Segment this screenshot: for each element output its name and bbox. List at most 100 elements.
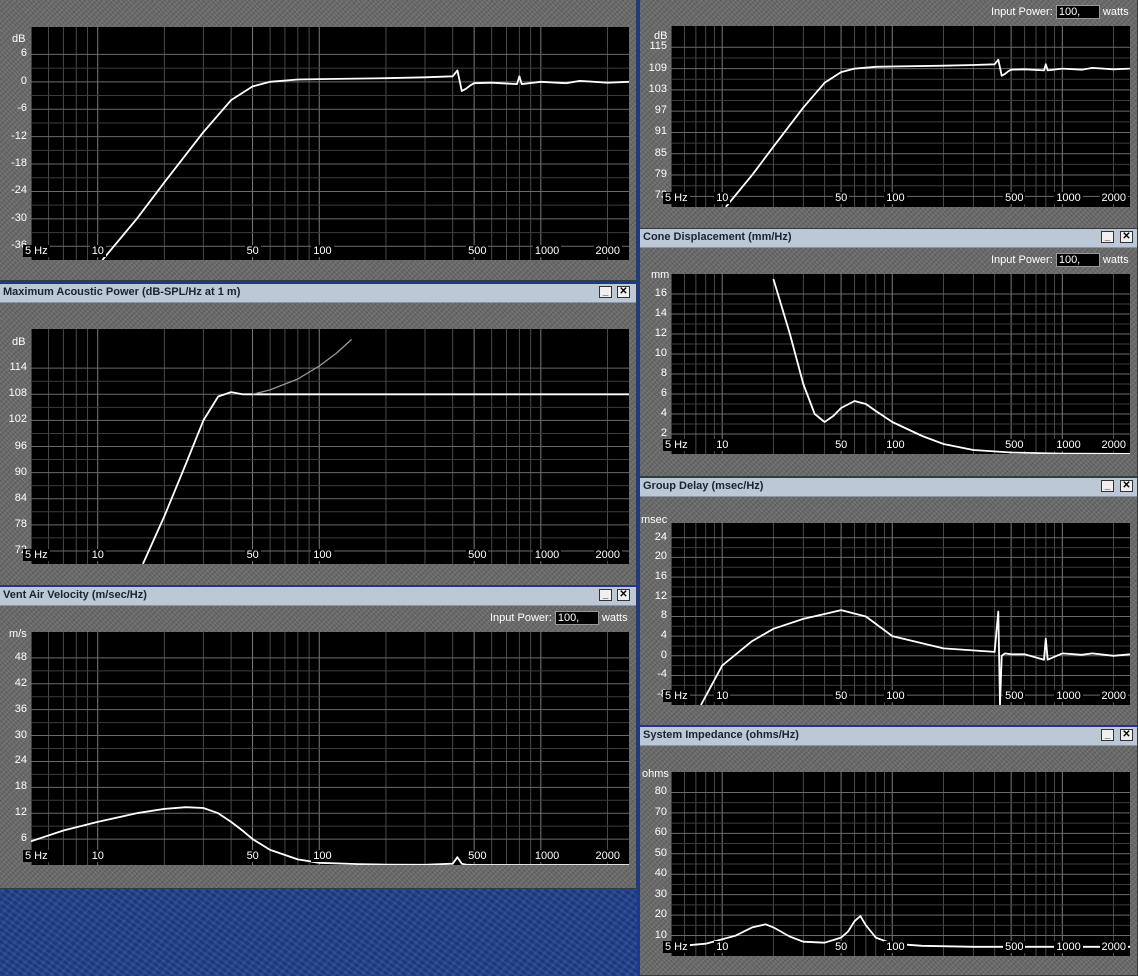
minimize-button[interactable]: _ xyxy=(1101,729,1114,741)
minimize-button[interactable]: _ xyxy=(1101,231,1114,243)
y-tick-label: 103 xyxy=(648,82,667,95)
y-tick-label: 60 xyxy=(654,826,667,839)
plot-area xyxy=(671,26,1130,207)
x-tick-label: 10 xyxy=(714,192,731,204)
y-unit-label: mm xyxy=(651,269,670,281)
window-system-impedance: System Impedance (ohms/Hz) _ ✕ ohms 80 70… xyxy=(640,727,1138,976)
y-tick-label: 20 xyxy=(654,908,667,921)
x-tick-label: 1000 xyxy=(1054,941,1083,953)
x-tick-label: 500 xyxy=(1003,439,1026,451)
y-tick-label: 14 xyxy=(654,307,667,319)
title-bar[interactable]: Cone Displacement (mm/Hz) _ ✕ xyxy=(640,229,1137,248)
close-button[interactable]: ✕ xyxy=(617,589,630,601)
input-power-field[interactable]: 100, xyxy=(1055,5,1100,19)
x-tick-label: 100 xyxy=(884,192,907,204)
input-power-control: Input Power: 100, watts xyxy=(991,5,1129,19)
y-tick-label: 2 xyxy=(660,427,667,439)
x-tick-label: 500 xyxy=(1003,941,1026,953)
y-tick-label: 91 xyxy=(654,125,667,138)
minimize-button[interactable]: _ xyxy=(599,589,612,601)
y-tick-label: 6 xyxy=(20,832,27,845)
x-tick-label: 5 Hz xyxy=(23,850,50,862)
series-line xyxy=(101,69,629,260)
plot-area xyxy=(671,772,1130,956)
minimize-button[interactable]: _ xyxy=(599,286,612,298)
plot-area xyxy=(671,523,1130,705)
window-cone-displacement: Cone Displacement (mm/Hz) _ ✕ Input Powe… xyxy=(640,229,1138,477)
title-bar[interactable]: Vent Air Velocity (m/sec/Hz) _ ✕ xyxy=(0,587,636,606)
max-power-chart-svg xyxy=(31,329,629,564)
input-power-label: Input Power: xyxy=(991,5,1053,18)
close-button[interactable]: ✕ xyxy=(1120,729,1133,741)
x-tick-label: 2000 xyxy=(593,850,622,862)
x-tick-label: 50 xyxy=(244,245,261,257)
x-tick-label: 50 xyxy=(833,690,850,702)
close-button[interactable]: ✕ xyxy=(617,286,630,298)
input-power-control: Input Power: 100, watts xyxy=(490,611,628,625)
y-tick-label: 114 xyxy=(9,361,27,374)
close-button[interactable]: ✕ xyxy=(1120,480,1133,492)
input-power-label: Input Power: xyxy=(490,611,552,624)
x-tick-label: 2000 xyxy=(1099,690,1128,702)
y-tick-label: 24 xyxy=(14,754,27,767)
window-response: dB 6 0 -6 -12 -18 -24 -30 -36 5 Hz 10 50 100 500 1000… xyxy=(0,0,637,281)
title-bar[interactable]: Maximum Acoustic Power (dB-SPL/Hz at 1 m… xyxy=(0,284,636,303)
y-tick-label: -30 xyxy=(11,211,27,224)
minimize-button[interactable]: _ xyxy=(1101,480,1114,492)
y-tick-label: -24 xyxy=(11,184,27,197)
x-tick-label: 5 Hz xyxy=(663,690,690,702)
x-tick-label: 2000 xyxy=(1099,192,1128,204)
title-bar[interactable]: Group Delay (msec/Hz) _ ✕ xyxy=(640,478,1137,497)
y-unit-label: m/s xyxy=(9,628,27,640)
y-tick-label: 42 xyxy=(14,676,27,689)
x-tick-label: 100 xyxy=(311,549,334,561)
y-tick-label: -6 xyxy=(17,102,27,115)
y-tick-label: -4 xyxy=(657,668,667,681)
window-vent-air-velocity: Vent Air Velocity (m/sec/Hz) _ ✕ Input P… xyxy=(0,587,637,889)
window-title: System Impedance (ohms/Hz) xyxy=(643,729,799,741)
y-tick-label: 12 xyxy=(654,327,667,339)
x-tick-label: 500 xyxy=(466,850,489,862)
x-tick-label: 50 xyxy=(244,549,261,561)
y-tick-label: 80 xyxy=(654,785,667,798)
x-tick-label: 1000 xyxy=(532,850,562,862)
x-tick-label: 5 Hz xyxy=(23,549,50,561)
y-tick-label: 6 xyxy=(660,387,667,399)
y-tick-label: 6 xyxy=(20,47,27,60)
series-line xyxy=(772,278,1130,454)
x-tick-label: 5 Hz xyxy=(23,245,50,257)
plot-area xyxy=(31,27,629,260)
input-power-control: Input Power: 100, watts xyxy=(991,253,1129,267)
input-power-label: Input Power: xyxy=(991,253,1053,266)
y-tick-label: 8 xyxy=(660,609,667,622)
y-unit-label: dB xyxy=(12,336,26,348)
title-bar[interactable]: System Impedance (ohms/Hz) _ ✕ xyxy=(640,727,1137,746)
x-tick-label: 100 xyxy=(311,850,334,862)
y-tick-label: 20 xyxy=(654,550,667,563)
y-tick-label: 30 xyxy=(14,728,27,741)
x-tick-label: 50 xyxy=(244,850,261,862)
x-tick-label: 1000 xyxy=(532,245,562,257)
window-max-acoustic-power: Maximum Acoustic Power (dB-SPL/Hz at 1 m… xyxy=(0,284,637,586)
y-tick-label: 36 xyxy=(14,702,27,715)
x-tick-label: 50 xyxy=(833,439,850,451)
x-tick-label: 5 Hz xyxy=(663,192,690,204)
x-tick-label: 100 xyxy=(884,690,907,702)
y-tick-label: 18 xyxy=(14,780,27,793)
response-chart-svg xyxy=(31,27,629,260)
x-tick-label: 1000 xyxy=(532,549,562,561)
input-power-field[interactable]: 100, xyxy=(1055,253,1100,267)
input-power-field[interactable]: 100, xyxy=(554,611,599,625)
x-tick-label: 1000 xyxy=(1054,439,1083,451)
y-tick-label: 90 xyxy=(14,465,27,478)
x-tick-label: 500 xyxy=(466,245,489,257)
x-tick-label: 100 xyxy=(884,941,907,953)
window-group-delay: Group Delay (msec/Hz) _ ✕ msec 24 20 16 12 8… xyxy=(640,478,1138,726)
x-tick-label: 10 xyxy=(89,850,106,862)
x-tick-label: 10 xyxy=(89,245,106,257)
close-button[interactable]: ✕ xyxy=(1120,231,1133,243)
y-tick-label: 30 xyxy=(654,887,667,900)
y-tick-label: 115 xyxy=(649,40,667,53)
input-power-unit: watts xyxy=(601,611,628,624)
x-tick-label: 2000 xyxy=(593,549,622,561)
